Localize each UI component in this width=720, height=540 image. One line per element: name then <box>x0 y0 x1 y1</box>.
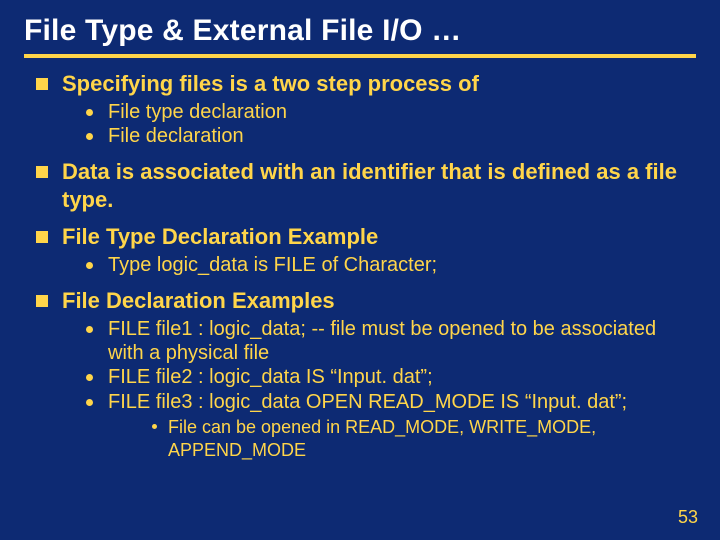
sub-bullet-item: File type declaration <box>62 100 696 124</box>
dot-bullet-icon <box>86 399 93 406</box>
page-number: 53 <box>678 507 698 528</box>
sub-bullet-item: FILE file2 : logic_data IS “Input. dat”; <box>62 365 696 389</box>
sub-bullet-item: FILE file1 : logic_data; -- file must be… <box>62 317 696 366</box>
square-bullet-icon <box>36 166 48 178</box>
sub-list: Type logic_data is FILE of Character; <box>62 253 696 277</box>
square-bullet-icon <box>36 295 48 307</box>
dot-bullet-icon <box>86 262 93 269</box>
square-bullet-icon <box>36 78 48 90</box>
title-rule <box>24 54 696 58</box>
sub-list: File type declaration File declaration <box>62 100 696 149</box>
dot-bullet-icon <box>86 109 93 116</box>
sub-bullet-text: FILE file1 : logic_data; -- file must be… <box>108 318 656 364</box>
square-bullet-icon <box>36 231 48 243</box>
sub-bullet-text: File type declaration <box>108 101 287 123</box>
dot-bullet-icon <box>86 374 93 381</box>
sub-bullet-item: Type logic_data is FILE of Character; <box>62 253 696 277</box>
slide-title: File Type & External File I/O … <box>24 14 696 48</box>
dot-bullet-icon <box>86 326 93 333</box>
sub-bullet-text: FILE file2 : logic_data IS “Input. dat”; <box>108 366 433 388</box>
bullet-item: Data is associated with an identifier th… <box>32 158 696 213</box>
bullet-text: File Declaration Examples <box>62 287 696 315</box>
sub-bullet-text: FILE file3 : logic_data OPEN READ_MODE I… <box>108 391 627 413</box>
bullet-item: Specifying files is a two step process o… <box>32 70 696 148</box>
sub-bullet-item: FILE file3 : logic_data OPEN READ_MODE I… <box>62 390 696 461</box>
bullet-item: File Type Declaration Example Type logic… <box>32 223 696 277</box>
subsub-bullet-item: File can be opened in READ_MODE, WRITE_M… <box>108 416 696 461</box>
bullet-item: File Declaration Examples FILE file1 : l… <box>32 287 696 461</box>
sub-bullet-item: File declaration <box>62 124 696 148</box>
slide-content: Specifying files is a two step process o… <box>24 70 696 461</box>
bullet-text: Data is associated with an identifier th… <box>62 158 696 213</box>
sub-bullet-text: Type logic_data is FILE of Character; <box>108 254 437 276</box>
bullet-text: Specifying files is a two step process o… <box>62 70 696 98</box>
bullet-text: File Type Declaration Example <box>62 223 696 251</box>
slide: File Type & External File I/O … Specifyi… <box>0 0 720 540</box>
sub-list: FILE file1 : logic_data; -- file must be… <box>62 317 696 462</box>
subsub-bullet-text: File can be opened in READ_MODE, WRITE_M… <box>168 417 596 460</box>
sub-bullet-text: File declaration <box>108 125 244 147</box>
dot-bullet-icon <box>86 133 93 140</box>
dot-bullet-icon <box>152 424 157 429</box>
